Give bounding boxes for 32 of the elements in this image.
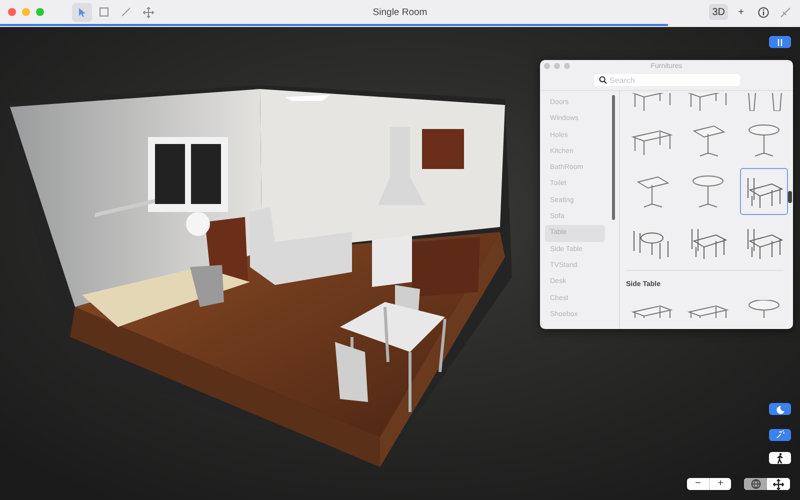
zoom-button[interactable]: − — [687, 478, 709, 490]
close-button[interactable] — [8, 8, 16, 16]
globe-icon — [750, 479, 760, 489]
move-icon — [142, 6, 154, 18]
floor-lamp — [186, 212, 210, 236]
toolbar-button[interactable]: + — [732, 4, 750, 20]
info-icon — [758, 6, 768, 18]
window-title: Single Room — [372, 6, 428, 18]
pause-button[interactable] — [769, 36, 791, 48]
search-icon — [598, 76, 606, 84]
pause-icon — [777, 38, 783, 46]
toolbar-button[interactable]: 3D — [709, 4, 728, 20]
zoom-button[interactable]: + — [709, 478, 731, 490]
wall-shelf — [95, 199, 155, 217]
walk-button[interactable] — [769, 452, 791, 464]
globe-mode-button[interactable] — [744, 478, 767, 490]
walking-person-icon — [776, 452, 784, 464]
effects-button[interactable] — [769, 429, 791, 441]
line-icon — [121, 7, 131, 17]
furniture-thumbnail[interactable] — [740, 168, 788, 215]
scrollbar[interactable] — [612, 95, 615, 220]
night-button[interactable] — [769, 403, 791, 415]
search-field[interactable]: Search — [594, 74, 740, 86]
sparkle-icon — [775, 430, 785, 440]
pointer-icon — [78, 6, 86, 18]
move-icon — [773, 478, 784, 490]
wall-cabinet — [422, 129, 464, 169]
select-tool-button[interactable] — [72, 2, 92, 22]
ceiling-light — [285, 95, 330, 101]
square-icon — [99, 7, 109, 17]
scrollbar-thumb[interactable] — [788, 191, 792, 203]
moon-icon — [776, 404, 784, 414]
